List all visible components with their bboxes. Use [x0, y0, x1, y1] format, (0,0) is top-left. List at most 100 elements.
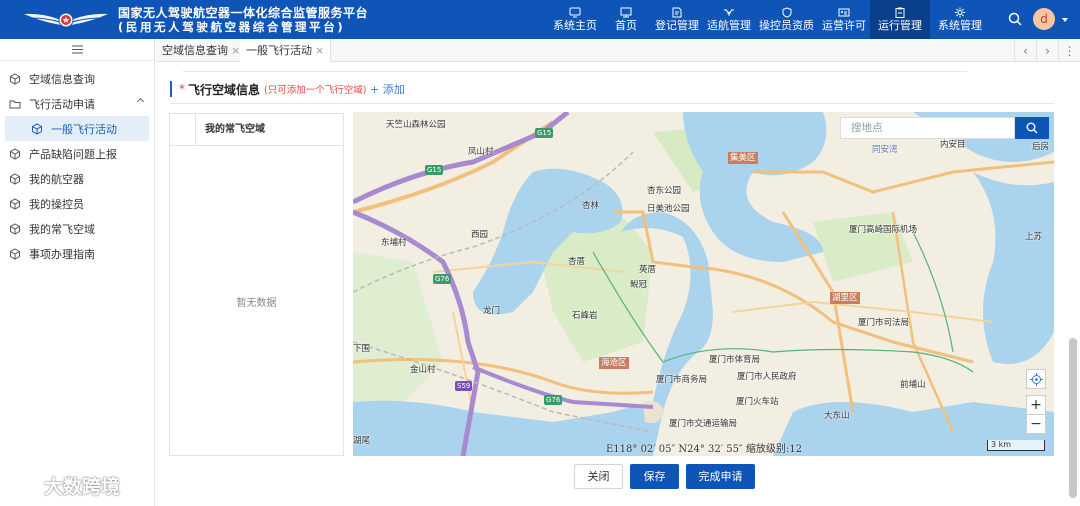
- chevron-down-icon[interactable]: [1062, 18, 1068, 22]
- tab-more-button[interactable]: ⋮: [1058, 39, 1080, 62]
- tab-bar: 空域信息查询 × 一般飞行活动 × ‹ › ⋮: [156, 39, 1080, 62]
- map-label: 天竺山森林公园: [386, 120, 446, 130]
- top-nav: 系统主页 首页 登记管理 适航管理 操控员资质 运营许可 运行管理 系统管理: [549, 0, 990, 39]
- user-avatar[interactable]: d: [1033, 8, 1055, 30]
- tab-general-flight[interactable]: 一般飞行活动 ×: [240, 39, 332, 62]
- nav-label: 首页: [615, 19, 637, 32]
- watermark-text: 大数跨境: [44, 476, 121, 498]
- map-search-button[interactable]: [1015, 117, 1049, 139]
- map-label: 金山村: [410, 365, 436, 375]
- map-label: 下围: [353, 344, 371, 354]
- map-label: 厦门市交通运输局: [669, 419, 738, 429]
- close-button[interactable]: 关闭: [574, 464, 623, 489]
- map-base-layer[interactable]: [353, 112, 1054, 456]
- sidebar-item-my-operators[interactable]: 我的操控员: [0, 191, 154, 216]
- shield-icon: [782, 7, 791, 18]
- highway-shield: S59: [455, 381, 473, 391]
- chevron-right-icon: ›: [1045, 43, 1050, 58]
- map-search-input[interactable]: 搜地点: [840, 117, 1015, 139]
- map-label: 东埔村: [381, 238, 407, 248]
- zoom-out-button[interactable]: −: [1026, 414, 1046, 434]
- table-select-column[interactable]: [170, 114, 196, 145]
- cube-icon: [32, 122, 42, 135]
- nav-label: 运营许可: [822, 19, 866, 32]
- sidebar-item-flight-application[interactable]: 飞行活动申请: [0, 91, 154, 116]
- search-icon[interactable]: [1008, 12, 1022, 26]
- required-mark: *: [179, 82, 185, 96]
- map-label: 鲵冠: [630, 280, 648, 290]
- chevron-up-icon: [136, 97, 145, 106]
- section-accent-bar: [170, 81, 172, 97]
- nav-operation-management[interactable]: 运行管理: [870, 0, 930, 39]
- map-label: 杏厝: [568, 257, 586, 267]
- map-view[interactable]: 天竺山森林公园 凤山村 东埔村 西园 杏林 杏东公园 日美池公园 杏厝 英厝 鲵…: [353, 112, 1054, 456]
- section-hint: (只可添加一个飞行空域): [264, 85, 367, 96]
- sidebar-item-guide[interactable]: 事项办理指南: [0, 241, 154, 266]
- drone-icon: [724, 9, 734, 16]
- sidebar-item-label: 我的常飞空域: [29, 222, 95, 236]
- nav-registration[interactable]: 登记管理: [651, 0, 703, 39]
- sidebar-item-label: 一般飞行活动: [51, 122, 117, 136]
- cube-icon: [10, 147, 20, 160]
- map-label: 凤山村: [468, 147, 494, 157]
- map-label: 厦门高崎国际机场: [849, 225, 918, 235]
- map-label: 西园: [471, 230, 489, 240]
- cube-icon: [10, 222, 20, 235]
- settings-icon: [955, 7, 965, 18]
- sidebar-item-my-airspace[interactable]: 我的常飞空域: [0, 216, 154, 241]
- tab-scroll-right-button[interactable]: ›: [1036, 39, 1058, 62]
- watermark-logo-icon: [9, 477, 37, 494]
- tab-scroll-left-button[interactable]: ‹: [1014, 39, 1036, 62]
- search-icon: [1026, 122, 1038, 134]
- sidebar-item-defect-report[interactable]: 产品缺陷问题上报: [0, 141, 154, 166]
- sidebar: 空域信息查询 飞行活动申请 一般飞行活动 产品缺陷问题上报 我的航空器 我的操控…: [0, 39, 155, 506]
- locate-button[interactable]: [1026, 369, 1046, 389]
- sidebar-item-airspace-query[interactable]: 空域信息查询: [0, 66, 154, 91]
- close-icon[interactable]: ×: [315, 44, 324, 57]
- sidebar-item-general-flight[interactable]: 一般飞行活动: [5, 116, 149, 141]
- crosshair-icon: [1029, 372, 1043, 386]
- nav-operating-license[interactable]: 运营许可: [818, 0, 870, 39]
- close-icon[interactable]: ×: [231, 44, 240, 57]
- sidebar-item-label: 飞行活动申请: [29, 97, 95, 111]
- map-label: 日美池公园: [647, 204, 690, 214]
- map-scale-bar: 3 km: [987, 440, 1045, 451]
- section-title: 飞行空域信息: [188, 82, 261, 97]
- document-edit-icon: [672, 7, 682, 18]
- map-label: 石峰岩: [572, 311, 598, 321]
- nav-label: 运行管理: [878, 19, 922, 32]
- license-card-icon: [838, 8, 850, 17]
- top-header: 国家无人驾驶航空器一体化综合监管服务平台 (民用无人驾驶航空器综合管理平台) 系…: [0, 0, 1080, 39]
- nav-airworthiness[interactable]: 适航管理: [703, 0, 755, 39]
- watermark: 大数跨境: [8, 472, 120, 499]
- nav-home[interactable]: 首页: [601, 0, 651, 39]
- map-label: 大东山: [824, 411, 850, 421]
- sidebar-item-my-aircraft[interactable]: 我的航空器: [0, 166, 154, 191]
- nav-system-management[interactable]: 系统管理: [930, 0, 990, 39]
- platform-title-line1: 国家无人驾驶航空器一体化综合监管服务平台: [118, 6, 369, 20]
- map-label: 龙门: [483, 306, 501, 316]
- sidebar-item-label: 空域信息查询: [29, 72, 95, 86]
- save-button[interactable]: 保存: [630, 464, 679, 489]
- table-column-header: 我的常飞空域: [205, 124, 265, 135]
- nav-label: 系统管理: [938, 19, 982, 32]
- sidebar-item-label: 我的航空器: [29, 172, 84, 186]
- page-scrollbar[interactable]: [1069, 338, 1077, 498]
- map-label: 厦门市体育局: [709, 355, 761, 365]
- zoom-in-button[interactable]: +: [1026, 395, 1046, 415]
- tab-airspace-query[interactable]: 空域信息查询 ×: [156, 39, 248, 62]
- sidebar-collapse-toggle[interactable]: [0, 39, 154, 61]
- submit-application-button[interactable]: 完成申请: [686, 464, 755, 489]
- tab-label: 空域信息查询: [162, 44, 228, 57]
- nav-system-home[interactable]: 系统主页: [549, 0, 601, 39]
- section-header: * 飞行空域信息 (只可添加一个飞行空域): [170, 80, 366, 98]
- nav-label: 操控员资质: [759, 19, 814, 32]
- nav-label: 系统主页: [553, 19, 597, 32]
- folder-icon: [9, 100, 21, 108]
- cube-icon: [10, 197, 20, 210]
- highway-shield: G76: [433, 274, 452, 284]
- home-screen-icon: [569, 7, 581, 18]
- nav-operator-qualification[interactable]: 操控员资质: [755, 0, 818, 39]
- tab-label: 一般飞行活动: [246, 44, 312, 57]
- add-airspace-button[interactable]: + 添加: [370, 81, 405, 97]
